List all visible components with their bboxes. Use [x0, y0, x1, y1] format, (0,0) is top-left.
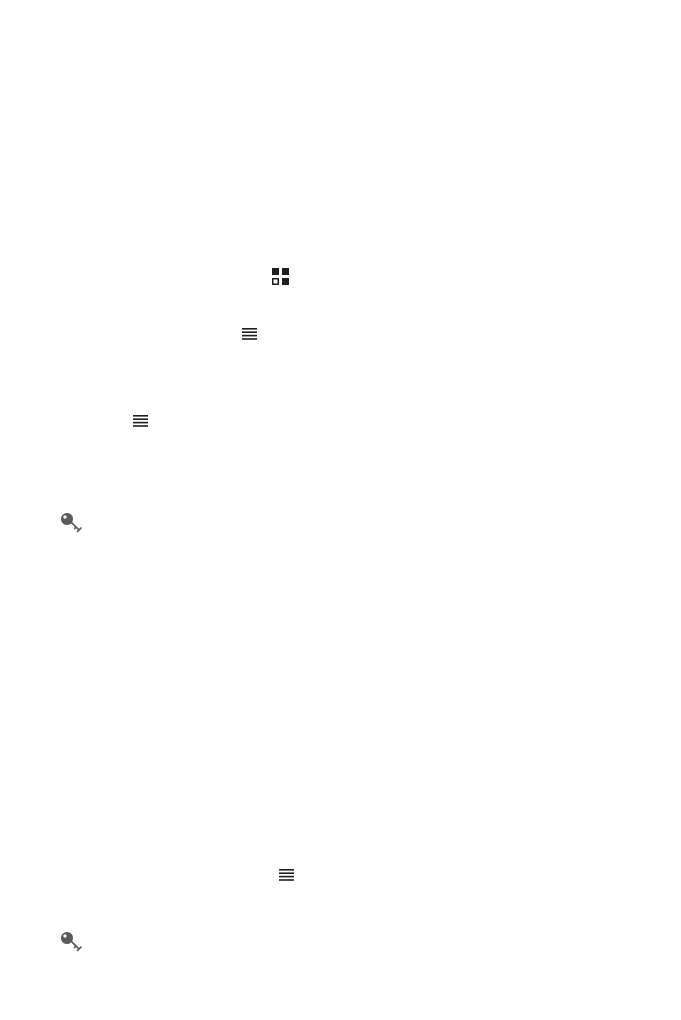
- menu-icon: [279, 869, 294, 882]
- key-icon: [60, 512, 84, 534]
- apps-grid-icon: [272, 268, 290, 286]
- menu-icon: [133, 415, 148, 428]
- key-icon: [60, 931, 84, 953]
- document-page: [0, 0, 681, 1020]
- menu-icon: [242, 328, 257, 341]
